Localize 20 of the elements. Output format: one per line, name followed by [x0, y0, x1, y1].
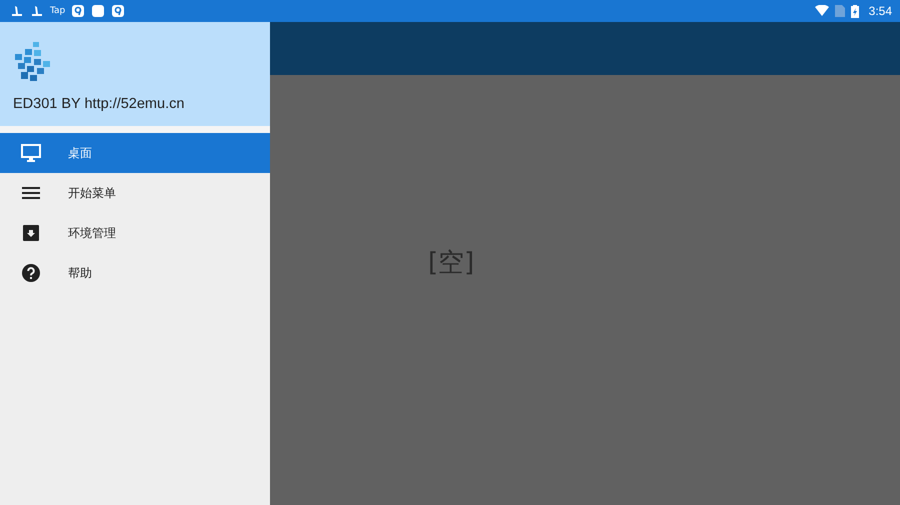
help-icon	[22, 264, 40, 282]
logo-icon	[13, 42, 53, 82]
drawer-item[interactable]: 开始菜单	[0, 173, 270, 213]
app-notification-icon	[91, 4, 106, 18]
archive-icon	[23, 225, 39, 241]
monitor-icon	[21, 144, 41, 162]
drawer-item[interactable]: 环境管理	[0, 213, 270, 253]
drawer-item[interactable]: 帮助	[0, 253, 270, 293]
drawer-title: ED301 BY http://52emu.cn	[13, 96, 186, 112]
menu-icon	[22, 187, 40, 199]
app-notification-icon	[10, 4, 24, 18]
wifi-icon	[814, 5, 829, 17]
drawer-item[interactable]: 桌面	[0, 133, 270, 173]
battery-icon	[850, 4, 859, 18]
app-notification-icon	[111, 4, 126, 18]
clock-text: 3:54	[868, 4, 892, 18]
app-notification-icon	[71, 4, 86, 18]
app-notification-icon	[30, 4, 44, 18]
tap-notification-text: Tap	[50, 6, 66, 16]
no-sim-icon	[834, 5, 845, 17]
